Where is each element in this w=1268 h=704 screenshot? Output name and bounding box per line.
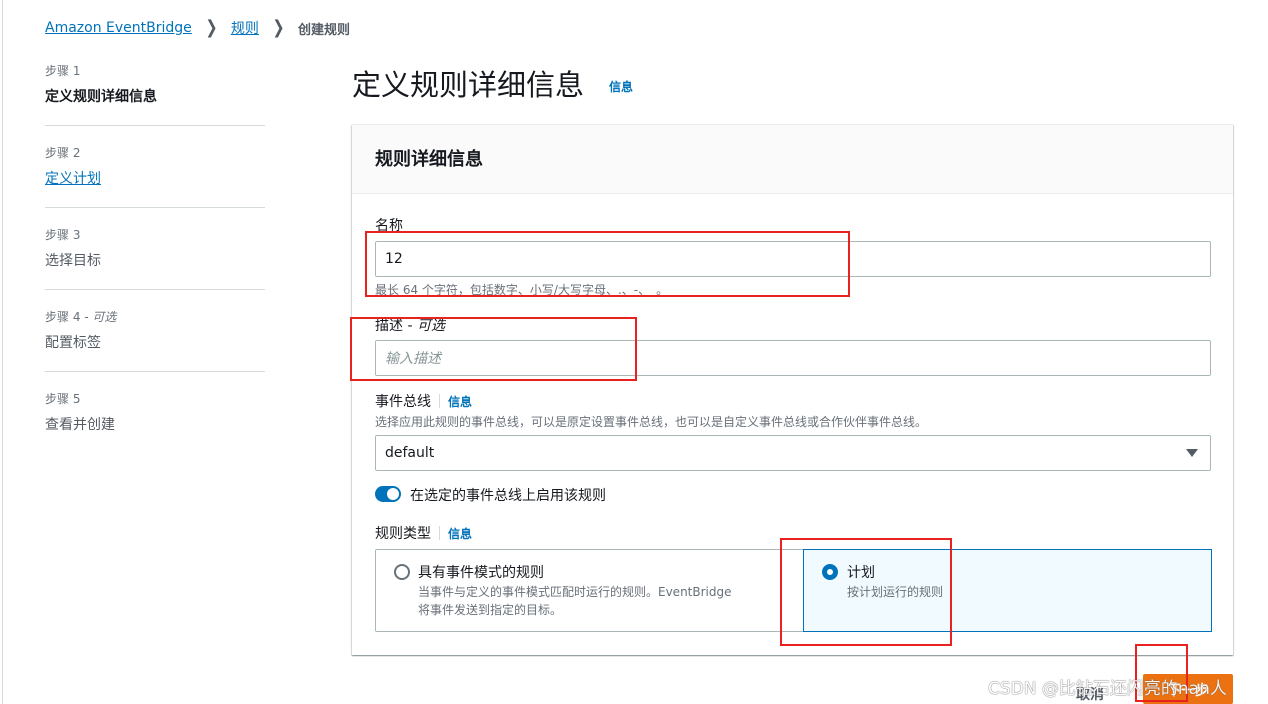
watermark: CSDN @比钻石还闪亮的nan人: [988, 679, 1227, 699]
radio-event-pattern[interactable]: [394, 564, 410, 580]
step-2-link[interactable]: 定义计划: [45, 168, 101, 188]
step-4: 步骤 4 - 可选 配置标签: [45, 306, 265, 388]
rule-type-info-link[interactable]: 信息: [448, 527, 472, 541]
step-3: 步骤 3 选择目标: [45, 224, 265, 306]
chevron-right-icon: ❯: [205, 17, 218, 38]
event-bus-info-link[interactable]: 信息: [448, 395, 472, 409]
divider: [45, 289, 265, 290]
left-border: [2, 0, 3, 704]
caret-down-icon: [1186, 449, 1198, 457]
enable-rule-label: 在选定的事件总线上启用该规则: [410, 488, 606, 504]
page-title: 定义规则详细信息: [352, 68, 585, 102]
divider: [45, 371, 265, 372]
panel-header: [352, 125, 1233, 194]
annotation-box-description: [350, 317, 637, 381]
step-5-title: 查看并创建: [45, 417, 115, 433]
step-3-label: 步骤 3: [45, 228, 81, 242]
event-bus-label: 事件总线 信息: [375, 394, 473, 410]
breadcrumb: Amazon EventBridge ❯ 规则 ❯ 创建规则: [45, 17, 350, 39]
step-5-label: 步骤 5: [45, 392, 81, 406]
annotation-box-name: [365, 231, 850, 297]
panel-title: 规则详细信息: [375, 149, 483, 170]
chevron-right-icon: ❯: [272, 17, 285, 38]
wizard-steps: 步骤 1 定义规则详细信息 步骤 2 定义计划 步骤 3 选择目标 步骤 4 -…: [45, 60, 265, 470]
event-pattern-title: 具有事件模式的规则: [418, 565, 544, 581]
rule-type-label: 规则类型 信息: [375, 526, 473, 542]
step-1-label: 步骤 1: [45, 64, 81, 78]
step-3-title: 选择目标: [45, 253, 101, 269]
event-pattern-desc-1: 当事件与定义的事件模式匹配时运行的规则。EventBridge: [418, 585, 732, 599]
page-info-link[interactable]: 信息: [609, 78, 633, 95]
rule-type-event-pattern-tile[interactable]: 具有事件模式的规则 当事件与定义的事件模式匹配时运行的规则。EventBridg…: [376, 550, 803, 631]
step-1: 步骤 1 定义规则详细信息: [45, 60, 265, 142]
event-pattern-desc-2: 将事件发送到指定的目标。: [418, 603, 563, 617]
divider: [45, 207, 265, 208]
event-bus-hint: 选择应用此规则的事件总线，可以是原定设置事件总线，也可以是自定义事件总线或合作伙…: [375, 415, 928, 429]
step-4-title: 配置标签: [45, 335, 101, 351]
breadcrumb-eventbridge-link[interactable]: Amazon EventBridge: [45, 20, 192, 36]
breadcrumb-current: 创建规则: [297, 22, 350, 38]
enable-rule-toggle[interactable]: [375, 486, 401, 502]
step-4-label: 步骤 4 - 可选: [45, 310, 117, 324]
toggle-knob: [387, 488, 399, 500]
breadcrumb-rules-link[interactable]: 规则: [231, 18, 259, 38]
divider: [45, 125, 265, 126]
step-5: 步骤 5 查看并创建: [45, 388, 265, 470]
annotation-box-schedule: [780, 538, 952, 646]
step-1-title: 定义规则详细信息: [45, 89, 157, 105]
step-2-label: 步骤 2: [45, 146, 81, 160]
event-bus-value: default: [385, 445, 435, 461]
step-2: 步骤 2 定义计划: [45, 142, 265, 224]
event-bus-select[interactable]: default: [375, 435, 1211, 471]
